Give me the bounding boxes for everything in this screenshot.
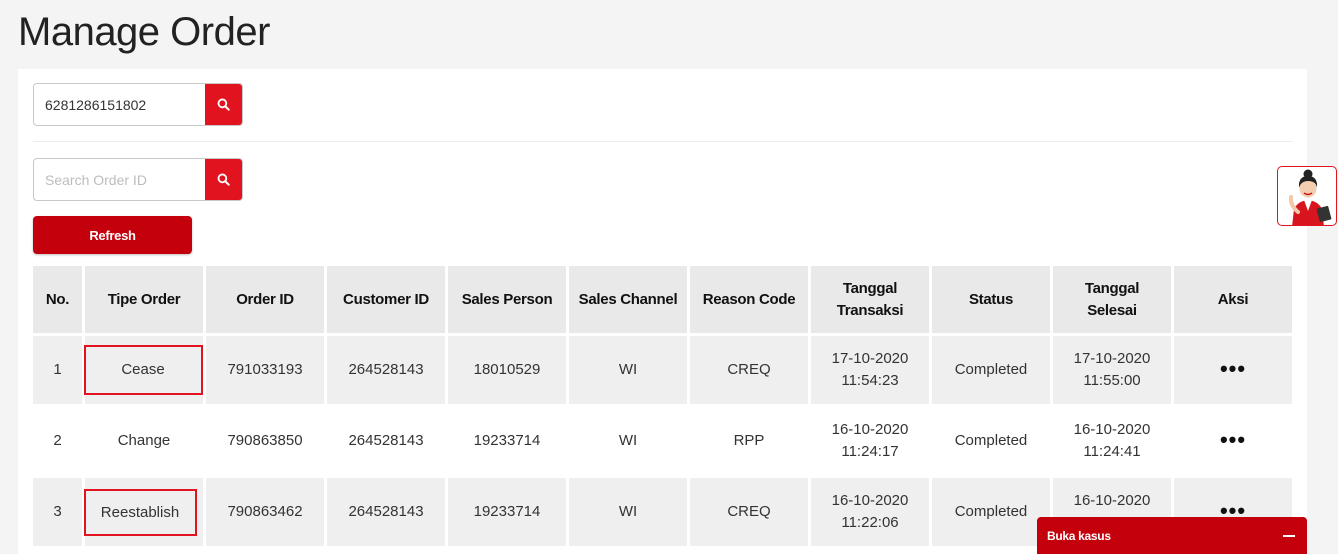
header-status: Status: [932, 266, 1050, 333]
tanggal-selesai-time: 11:24:41: [1083, 443, 1141, 460]
refresh-button[interactable]: Refresh: [33, 216, 192, 254]
tipe-order-text: Reestablish: [100, 503, 180, 521]
cell-customer-id: 264528143: [327, 336, 445, 404]
header-sales-channel: Sales Channel: [569, 266, 687, 333]
cell-aksi: •••: [1174, 336, 1292, 404]
cell-sales-person: 19233714: [448, 478, 566, 546]
cell-sales-person: 18010529: [448, 336, 566, 404]
cell-sales-person: 19233714: [448, 407, 566, 475]
assistant-avatar-icon: [1288, 169, 1332, 225]
cell-sales-channel: WI: [569, 478, 687, 546]
tanggal-transaksi-time: 11:24:17: [841, 443, 899, 460]
cell-tipe-order: Reestablish: [83, 478, 203, 546]
cell-customer-id: 264528143: [327, 478, 445, 546]
section-divider: [33, 141, 1293, 142]
cell-tanggal-transaksi: 17-10-2020 11:54:23: [811, 336, 929, 404]
cell-tanggal-selesai: 17-10-2020 11:55:00: [1053, 336, 1171, 404]
tanggal-selesai-time: 11:55:00: [1083, 372, 1141, 389]
minus-icon[interactable]: [1283, 534, 1295, 537]
cell-customer-id: 264528143: [327, 407, 445, 475]
tanggal-transaksi-date: 16-10-2020: [831, 421, 909, 438]
table-row: 1 Cease 791033193 264528143 18010529 WI …: [33, 336, 1292, 404]
header-tanggal-transaksi-line1: Tanggal: [842, 279, 898, 297]
tipe-order-text: Cease: [121, 361, 165, 378]
cell-sales-channel: WI: [569, 407, 687, 475]
tipe-order-highlight: Reestablish: [83, 488, 197, 536]
order-search-group: [33, 158, 243, 201]
msisdn-search-button[interactable]: [205, 84, 242, 125]
msisdn-search-input[interactable]: [34, 84, 205, 125]
msisdn-search-group: [33, 83, 243, 126]
order-id-search-input[interactable]: [34, 159, 205, 200]
cell-reason-code: RPP: [690, 407, 808, 475]
cell-status: Completed: [932, 407, 1050, 475]
header-tanggal-selesai-line1: Tanggal: [1084, 279, 1140, 297]
cell-tanggal-selesai: 16-10-2020 11:24:41: [1053, 407, 1171, 475]
cell-order-id: 790863850: [206, 407, 324, 475]
table-row: 2 Change 790863850 264528143 19233714 WI…: [33, 407, 1292, 475]
more-actions-icon[interactable]: •••: [1220, 356, 1246, 381]
orders-table: No. Tipe Order Order ID Customer ID Sale…: [30, 263, 1295, 549]
header-tanggal-selesai-line2: Selesai: [1087, 301, 1137, 319]
order-panel: Refresh No. Tipe Order Order ID Customer…: [18, 69, 1307, 554]
buka-kasus-label: Buka kasus: [1047, 528, 1111, 543]
header-aksi: Aksi: [1174, 266, 1292, 333]
cell-reason-code: CREQ: [690, 478, 808, 546]
header-tanggal-selesai: Tanggal Selesai: [1053, 266, 1171, 333]
header-order-id: Order ID: [206, 266, 324, 333]
cell-tipe-order: Change: [85, 407, 203, 475]
cell-sales-channel: WI: [569, 336, 687, 404]
header-reason-code: Reason Code: [690, 266, 808, 333]
tipe-order-highlight: Cease: [83, 345, 203, 395]
cell-reason-code: CREQ: [690, 336, 808, 404]
cell-no: 2: [33, 407, 82, 475]
cell-tanggal-transaksi: 16-10-2020 11:24:17: [811, 407, 929, 475]
page-title: Manage Order: [18, 10, 270, 54]
cell-tipe-order: Cease: [83, 336, 203, 404]
tanggal-transaksi-time: 11:22:06: [841, 514, 899, 531]
search-icon: [217, 98, 230, 111]
header-tanggal-transaksi: Tanggal Transaksi: [811, 266, 929, 333]
cell-status: Completed: [932, 478, 1050, 546]
header-customer-id: Customer ID: [327, 266, 445, 333]
cell-order-id: 791033193: [206, 336, 324, 404]
assistant-avatar-button[interactable]: [1277, 166, 1337, 226]
tanggal-selesai-date: 17-10-2020: [1073, 350, 1151, 367]
cell-status: Completed: [932, 336, 1050, 404]
cell-order-id: 790863462: [206, 478, 324, 546]
tanggal-transaksi-date: 17-10-2020: [831, 350, 909, 367]
table-header-row: No. Tipe Order Order ID Customer ID Sale…: [33, 266, 1292, 333]
header-no: No.: [33, 266, 82, 333]
search-icon: [217, 173, 230, 186]
tanggal-transaksi-time: 11:54:23: [841, 372, 899, 389]
cell-aksi: •••: [1174, 407, 1292, 475]
cell-tanggal-transaksi: 16-10-2020 11:22:06: [811, 478, 929, 546]
tanggal-selesai-date: 16-10-2020: [1073, 421, 1151, 438]
header-tipe-order: Tipe Order: [85, 266, 203, 333]
order-search-button[interactable]: [205, 159, 242, 200]
header-sales-person: Sales Person: [448, 266, 566, 333]
header-tanggal-transaksi-line2: Transaksi: [836, 301, 904, 319]
tanggal-selesai-date: 16-10-2020: [1073, 492, 1151, 509]
more-actions-icon[interactable]: •••: [1220, 427, 1246, 452]
buka-kasus-bar[interactable]: Buka kasus: [1037, 517, 1307, 554]
cell-no: 1: [33, 336, 82, 404]
cell-no: 3: [33, 478, 82, 546]
tanggal-transaksi-date: 16-10-2020: [831, 492, 909, 509]
